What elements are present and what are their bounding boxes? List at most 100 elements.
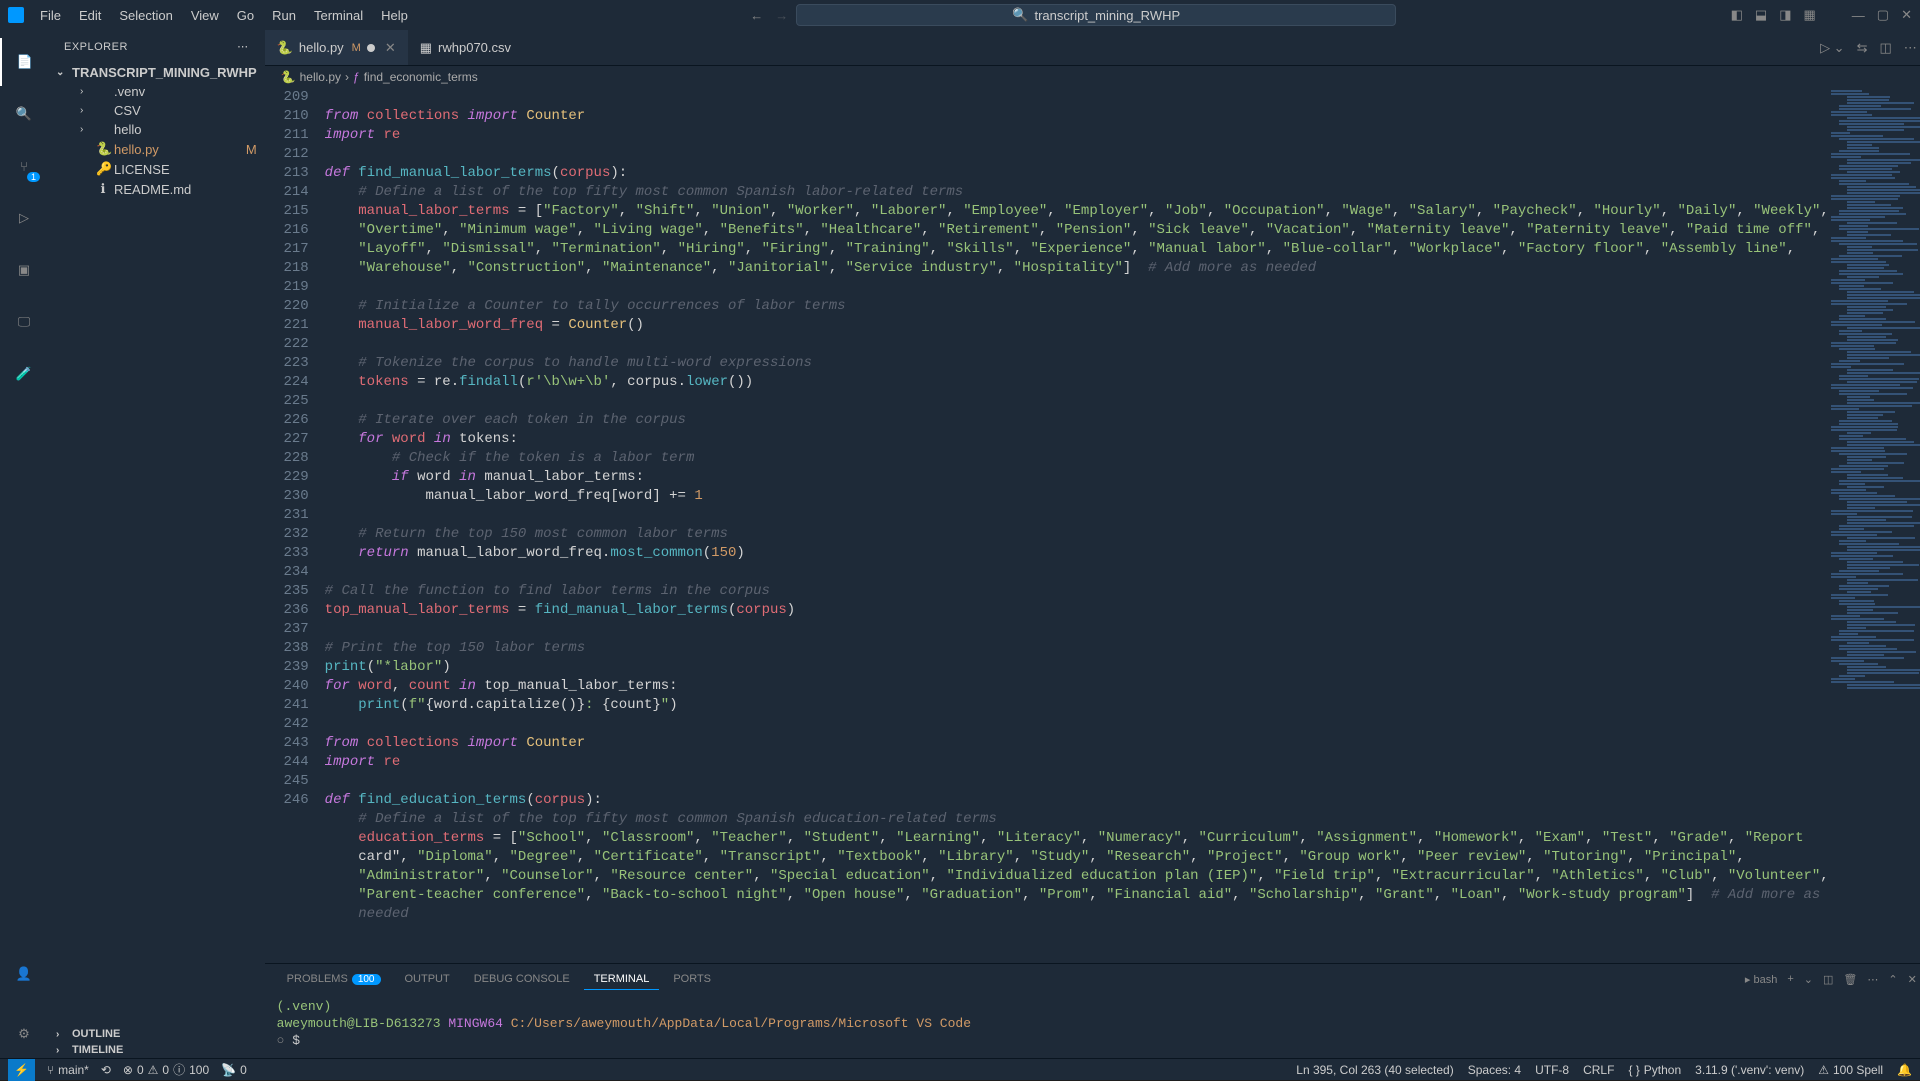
tree-item-README-md[interactable]: ℹREADME.md [48, 179, 265, 199]
tree-item-LICENSE[interactable]: 🔑 LICENSE [48, 159, 265, 179]
menu-terminal[interactable]: Terminal [306, 4, 371, 27]
breadcrumb-file[interactable]: hello.py [300, 70, 341, 84]
layout-left-icon[interactable]: ◧ [1731, 7, 1743, 23]
split-terminal-icon[interactable]: ◫ [1823, 973, 1833, 986]
menu-bar: FileEditSelectionViewGoRunTerminalHelp [32, 4, 416, 27]
file-icon: 🔑 [96, 161, 110, 177]
problems-indicator[interactable]: ⊗ 0 ⚠ 0 ⓘ 100 [123, 1061, 209, 1078]
spell-check[interactable]: ⚠ 100 Spell [1818, 1063, 1883, 1077]
terminal-tab-debug-console[interactable]: DEBUG CONSOLE [464, 969, 580, 989]
tree-item-hello[interactable]: ›hello [48, 120, 265, 139]
layout-grid-icon[interactable]: ▦ [1804, 7, 1816, 23]
terminal-tab-terminal[interactable]: TERMINAL [584, 969, 660, 990]
terminal-content[interactable]: (.venv)aweymouth@LIB-D613273 MINGW64 C:/… [265, 994, 1920, 1058]
more-icon[interactable]: ⋯ [1867, 973, 1878, 986]
maximize-icon[interactable]: ⌃ [1888, 973, 1897, 986]
layout-bottom-icon[interactable]: ⬓ [1755, 7, 1767, 23]
menu-run[interactable]: Run [264, 4, 304, 27]
vscode-icon [8, 7, 24, 23]
tree-item-label: LICENSE [114, 162, 170, 177]
symbol-icon: ƒ [353, 70, 360, 84]
run-debug-icon[interactable]: ▷ [0, 194, 48, 242]
tab-rwhp070-csv[interactable]: ▦rwhp070.csv [408, 30, 523, 65]
new-terminal-icon[interactable]: + [1787, 973, 1793, 985]
python-interpreter[interactable]: 3.11.9 ('.venv': venv) [1695, 1063, 1804, 1077]
menu-selection[interactable]: Selection [111, 4, 180, 27]
menu-go[interactable]: Go [229, 4, 262, 27]
eol[interactable]: CRLF [1583, 1063, 1614, 1077]
source-control-icon[interactable]: ⑂1 [0, 142, 48, 190]
compare-icon[interactable]: ⇆ [1857, 40, 1868, 56]
tree-item-label: README.md [114, 182, 191, 197]
minimap[interactable] [1829, 88, 1920, 963]
split-icon[interactable]: ◫ [1879, 40, 1891, 56]
terminal-shell[interactable]: ▸ bash [1745, 973, 1777, 986]
file-icon: 🐍 [277, 40, 293, 56]
encoding[interactable]: UTF-8 [1535, 1063, 1569, 1077]
menu-help[interactable]: Help [373, 4, 416, 27]
notifications-icon[interactable]: 🔔 [1897, 1063, 1912, 1077]
search-icon[interactable]: 🔍 [0, 90, 48, 138]
modified-badge: M [352, 42, 361, 54]
search-title: transcript_mining_RWHP [1034, 8, 1180, 23]
ports-indicator[interactable]: 📡 0 [221, 1063, 247, 1077]
remote-explorer-icon[interactable]: 🖵 [0, 298, 48, 346]
file-icon: 🐍 [281, 70, 296, 84]
language-mode[interactable]: { } Python [1628, 1063, 1681, 1077]
code-editor[interactable]: 2092102112122132142152162172182192202212… [265, 88, 1920, 963]
tree-item-CSV[interactable]: ›CSV [48, 101, 265, 120]
terminal-tab-output[interactable]: OUTPUT [395, 969, 460, 989]
workspace-root[interactable]: ⌄ TRANSCRIPT_MINING_RWHP [48, 63, 265, 82]
editor-tabs: 🐍 hello.py M ✕ ▦rwhp070.csv ▷ ⌄ ⇆ ◫ ⋯ [265, 30, 1920, 66]
close-icon[interactable]: ✕ [385, 40, 396, 56]
chevron-right-icon: › [56, 1045, 68, 1056]
nav-back-icon[interactable]: ← [750, 8, 763, 23]
maximize-icon[interactable]: ▢ [1877, 7, 1889, 23]
more-icon[interactable]: ⋯ [237, 40, 249, 53]
more-icon[interactable]: ⋯ [1904, 40, 1917, 56]
breadcrumb[interactable]: 🐍 hello.py › ƒ find_economic_terms [265, 66, 1920, 88]
search-icon: 🔍 [1012, 7, 1028, 23]
tree-item-label: .venv [114, 84, 145, 99]
branch-indicator[interactable]: ⑂ main* [47, 1063, 89, 1077]
menu-file[interactable]: File [32, 4, 69, 27]
explorer-icon[interactable]: 📄 [0, 38, 48, 86]
layout-right-icon[interactable]: ◨ [1779, 7, 1791, 23]
outline-section[interactable]: › OUTLINE [48, 1026, 265, 1042]
sync-indicator[interactable]: ⟲ [101, 1063, 111, 1077]
accounts-icon[interactable]: 👤 [0, 950, 48, 998]
testing-icon[interactable]: 🧪 [0, 350, 48, 398]
chevron-right-icon: › [80, 86, 92, 97]
settings-icon[interactable]: ⚙ [0, 1010, 48, 1058]
close-icon[interactable]: ✕ [1901, 7, 1912, 23]
tree-item-label: CSV [114, 103, 141, 118]
activity-bar: 📄 🔍 ⑂1 ▷ ▣ 🖵 🧪 👤 ⚙ [0, 30, 48, 1058]
remote-indicator[interactable]: ⚡ [8, 1059, 35, 1081]
minimize-icon[interactable]: — [1852, 8, 1865, 23]
timeline-label: TIMELINE [72, 1044, 123, 1056]
nav-forward-icon[interactable]: → [775, 8, 788, 23]
trash-icon[interactable]: 🗑 [1843, 973, 1857, 986]
tree-item--venv[interactable]: › .venv [48, 82, 265, 101]
cursor-position[interactable]: Ln 395, Col 263 (40 selected) [1296, 1063, 1453, 1077]
dropdown-icon[interactable]: ⌄ [1804, 973, 1813, 986]
menu-edit[interactable]: Edit [71, 4, 109, 27]
breadcrumb-symbol[interactable]: find_economic_terms [364, 70, 478, 84]
terminal-tab-ports[interactable]: PORTS [663, 969, 721, 989]
run-icon[interactable]: ▷ ⌄ [1820, 40, 1845, 56]
timeline-section[interactable]: › TIMELINE [48, 1042, 265, 1058]
tree-item-hello-py[interactable]: 🐍hello.pyM [48, 139, 265, 159]
extensions-icon[interactable]: ▣ [0, 246, 48, 294]
sidebar: EXPLORER ⋯ ⌄ TRANSCRIPT_MINING_RWHP ›.ve… [48, 30, 265, 1058]
chevron-right-icon: › [56, 1029, 68, 1040]
file-icon: 🐍 [96, 141, 110, 157]
close-panel-icon[interactable]: ✕ [1908, 973, 1917, 986]
status-bar: ⚡ ⑂ main* ⟲ ⊗ 0 ⚠ 0 ⓘ 100 📡 0 Ln 395, Co… [0, 1058, 1920, 1080]
terminal-tab-problems[interactable]: PROBLEMS100 [277, 969, 391, 989]
file-icon: ▦ [420, 40, 432, 56]
indentation[interactable]: Spaces: 4 [1468, 1063, 1521, 1077]
tab-hello-py[interactable]: 🐍 hello.py M ✕ [265, 30, 408, 65]
command-center[interactable]: 🔍 transcript_mining_RWHP [796, 4, 1396, 26]
menu-view[interactable]: View [183, 4, 227, 27]
tab-label: hello.py [299, 40, 344, 55]
